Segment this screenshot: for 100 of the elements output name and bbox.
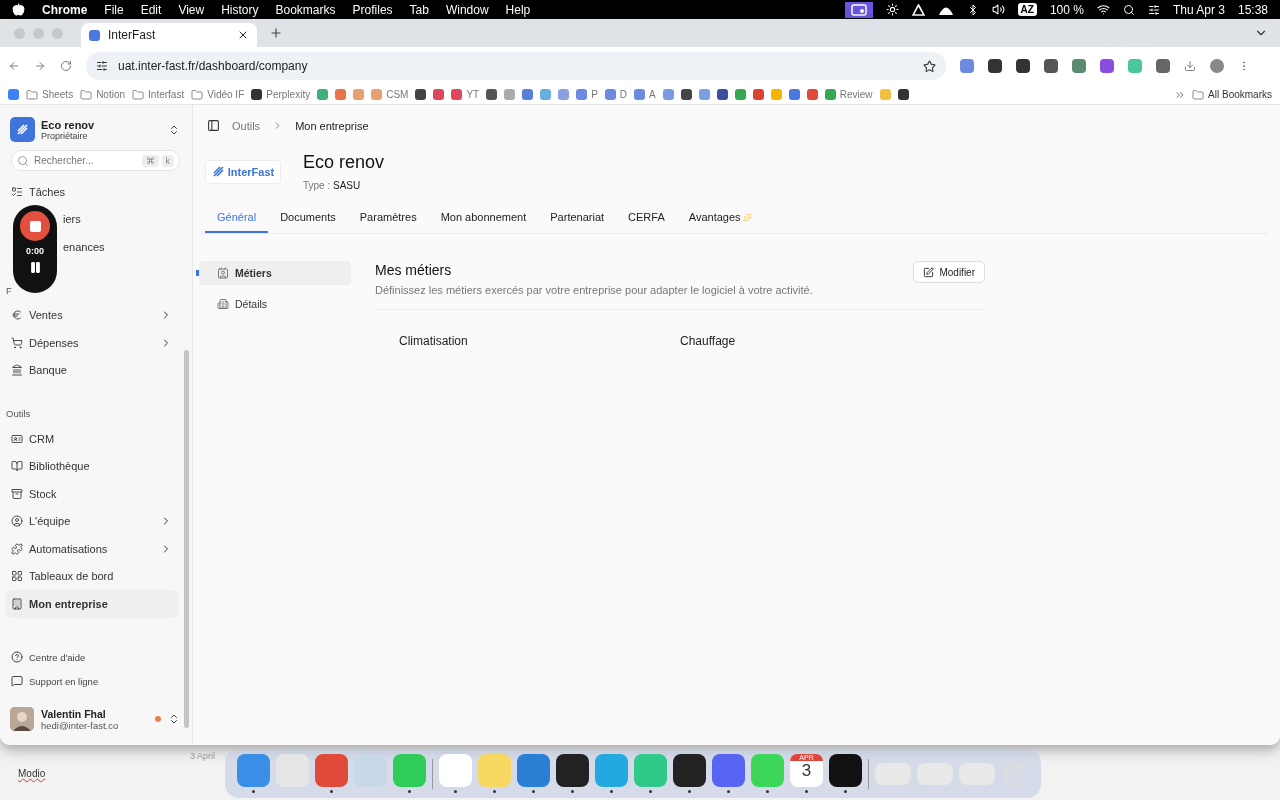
- screen-share-icon[interactable]: [844, 1, 873, 18]
- bookmark[interactable]: YT: [451, 89, 480, 100]
- search-icon[interactable]: [1122, 3, 1135, 16]
- nav-item[interactable]: enances: [58, 233, 178, 261]
- site-settings-icon[interactable]: [96, 60, 108, 72]
- nav-item[interactable]: Mon entreprise: [6, 590, 178, 618]
- extension-icon[interactable]: [1016, 59, 1030, 73]
- address-bar[interactable]: uat.inter-fast.fr/dashboard/company: [86, 52, 946, 80]
- bookmark[interactable]: Review: [824, 89, 873, 100]
- bookmark[interactable]: [415, 89, 427, 100]
- subnav-item[interactable]: Détails: [199, 292, 351, 316]
- dock-app-icon[interactable]: [673, 754, 706, 787]
- bookmark[interactable]: [897, 89, 909, 100]
- tab[interactable]: Général: [205, 203, 269, 233]
- control-center-icon[interactable]: [1147, 3, 1160, 16]
- pause-icon[interactable]: [28, 261, 42, 274]
- dock-app-icon[interactable]: [556, 754, 589, 787]
- nav-item[interactable]: Tâches: [6, 178, 178, 206]
- date[interactable]: Thu Apr 3: [1172, 2, 1225, 17]
- puzzle-icon: [11, 542, 23, 555]
- tab[interactable]: Documents: [268, 203, 348, 233]
- volume-icon[interactable]: [991, 3, 1005, 16]
- star-icon[interactable]: [923, 59, 936, 73]
- apple-icon[interactable]: [12, 3, 25, 16]
- bookmark-folder[interactable]: All Bookmarks: [1192, 88, 1272, 101]
- tab[interactable]: Avantages: [676, 203, 764, 233]
- wifi-icon[interactable]: [1096, 3, 1110, 16]
- tab[interactable]: Paramètres: [347, 203, 429, 233]
- back-icon[interactable]: [8, 60, 20, 72]
- folder-icon: [1192, 88, 1205, 101]
- switch-icon[interactable]: [168, 123, 180, 136]
- bookmark-folder[interactable]: Notion: [80, 88, 126, 101]
- menu-item[interactable]: View: [178, 2, 205, 17]
- menu-item[interactable]: Window: [445, 2, 489, 17]
- bookmark-folder[interactable]: Sheets: [26, 88, 74, 101]
- extension-icon[interactable]: [1044, 59, 1058, 73]
- subnav-item[interactable]: Métiers: [199, 261, 351, 285]
- sparkle-icon: [742, 212, 752, 222]
- shortcut-key: ⌘: [141, 154, 159, 167]
- help-link[interactable]: Support en ligne: [0, 669, 192, 693]
- edit-button[interactable]: Modifier: [913, 261, 985, 283]
- help-link[interactable]: Centre d'aide: [0, 645, 192, 669]
- keyboard-layout[interactable]: AZ: [1017, 3, 1037, 16]
- bookmark[interactable]: [680, 89, 692, 100]
- search-icon: [17, 154, 29, 167]
- bookmark[interactable]: [716, 89, 728, 100]
- help-icon: [11, 651, 23, 663]
- search-input[interactable]: Rechercher...: [32, 154, 139, 167]
- dock-app-icon[interactable]: [829, 754, 862, 787]
- nav-item[interactable]: Stock: [6, 480, 178, 508]
- breadcrumb-link[interactable]: Outils: [232, 119, 261, 132]
- user-email: hedi@inter-fast.co: [41, 719, 120, 731]
- company-logo: InterFast: [205, 159, 281, 184]
- menu-item[interactable]: Edit: [140, 2, 162, 17]
- reload-icon[interactable]: [60, 60, 72, 72]
- bookmark[interactable]: [486, 89, 498, 100]
- menu-app-name[interactable]: Chrome: [42, 2, 88, 17]
- close-icon[interactable]: [237, 29, 249, 41]
- sidebar-toggle-icon[interactable]: [207, 119, 220, 132]
- menu-item[interactable]: Bookmarks: [275, 2, 336, 17]
- nav-item[interactable]: iers: [58, 205, 178, 233]
- battery-level[interactable]: 100 %: [1049, 2, 1084, 17]
- nav-item[interactable]: Dépenses: [6, 329, 178, 357]
- folder-icon: [80, 88, 93, 101]
- bookmark[interactable]: CSM: [371, 89, 409, 100]
- nav-item[interactable]: L'équipe: [6, 507, 178, 535]
- extension-icon[interactable]: [988, 59, 1002, 73]
- tab[interactable]: CERFA: [616, 203, 677, 233]
- tab[interactable]: Partenariat: [538, 203, 617, 233]
- forward-icon[interactable]: [34, 60, 46, 72]
- browser-tab[interactable]: InterFast: [81, 23, 257, 47]
- nav-item[interactable]: CRM: [6, 425, 178, 453]
- download-icon[interactable]: [1184, 60, 1196, 72]
- cart-icon: [11, 336, 23, 349]
- nav-item[interactable]: Bibliothèque: [6, 452, 178, 480]
- triangle-icon[interactable]: [911, 3, 925, 16]
- switch-icon[interactable]: [168, 713, 180, 725]
- trade-label: Chauffage: [680, 334, 737, 348]
- menu-item[interactable]: History: [221, 2, 259, 17]
- bookmark[interactable]: Perplexity: [251, 89, 311, 100]
- menu-item[interactable]: Tab: [409, 2, 429, 17]
- tab[interactable]: Mon abonnement: [428, 203, 539, 233]
- nav-item[interactable]: Banque: [6, 356, 178, 384]
- menu-item[interactable]: Profiles: [352, 2, 393, 17]
- user-name: Valentin Fhal: [41, 707, 107, 720]
- profile-avatar[interactable]: [1210, 59, 1224, 73]
- time[interactable]: 15:38: [1237, 2, 1268, 17]
- nav-item[interactable]: Ventes: [6, 301, 178, 329]
- nav-item[interactable]: Automatisations: [6, 535, 178, 563]
- bookmark-folder[interactable]: Interfast: [132, 88, 185, 101]
- shortcut-key: k: [161, 154, 174, 167]
- stop-button[interactable]: [20, 211, 50, 241]
- user-circle-icon: [11, 515, 23, 528]
- menu-item[interactable]: File: [104, 2, 124, 17]
- menu-item[interactable]: Help: [505, 2, 531, 17]
- grid-icon: [11, 570, 23, 583]
- bookmark-folder[interactable]: Vidéo IF: [191, 88, 245, 101]
- nav-item[interactable]: Tableaux de bord: [6, 562, 178, 590]
- new-tab-icon[interactable]: [269, 26, 283, 40]
- sun-icon[interactable]: [885, 3, 899, 16]
